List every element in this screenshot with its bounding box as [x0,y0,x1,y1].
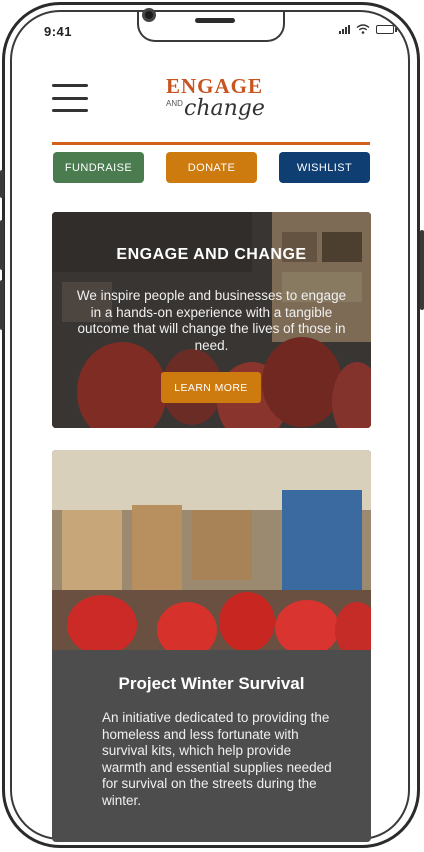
logo[interactable]: ENGAGE AND change [156,66,266,132]
logo-change-text: change [184,96,265,121]
project-card[interactable]: Project Winter Survival An initiative de… [52,450,371,842]
project-photo [52,450,371,658]
phone-volume-down-button [0,280,4,330]
camera [142,8,156,22]
donate-button[interactable]: DONATE [166,152,257,183]
signal-icon [339,24,350,34]
hamburger-icon[interactable] [52,84,88,112]
header-divider [52,142,370,145]
project-title: Project Winter Survival [118,674,305,693]
status-time: 9:41 [44,24,73,39]
logo-and-text: AND [166,99,183,108]
wifi-icon [356,24,370,34]
learn-more-button[interactable]: LEARN MORE [161,372,261,403]
hero-title: ENGAGE AND CHANGE [116,246,307,263]
fundraise-button[interactable]: FUNDRAISE [53,152,144,183]
warehouse-volunteers-photo [52,450,371,658]
phone-power-button [420,230,424,310]
phone-side-button [0,170,4,198]
hero-banner: ENGAGE AND CHANGE We inspire people and … [52,212,371,428]
project-description: An initiative dedicated to providing the… [102,710,332,808]
speaker [195,18,235,23]
phone-volume-up-button [0,220,4,270]
status-icons [339,24,397,34]
notch [137,12,285,42]
wishlist-button[interactable]: WISHLIST [279,152,370,183]
hero-description: We inspire people and businesses to enga… [76,288,347,353]
battery-icon [376,24,397,34]
